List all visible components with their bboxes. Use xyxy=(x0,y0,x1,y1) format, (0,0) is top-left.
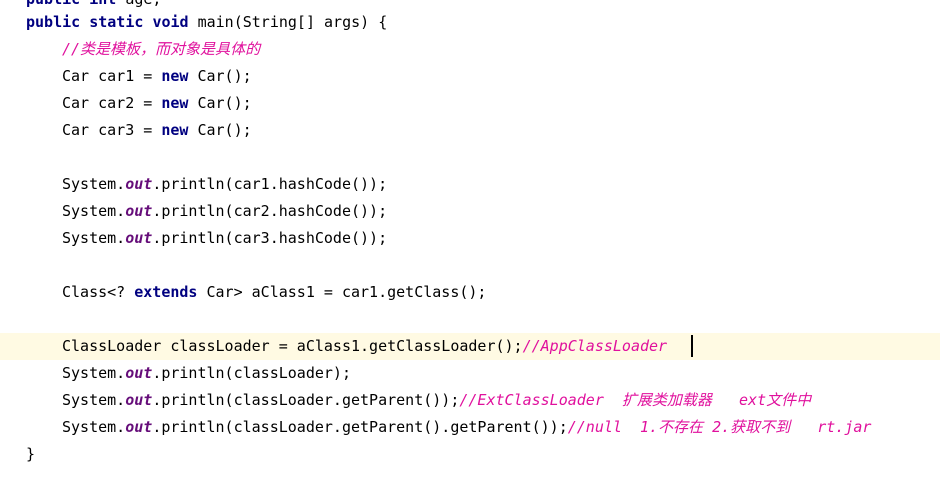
code-fragment: Car car1 = xyxy=(62,67,162,85)
code-text: Car car2 = new Car(); xyxy=(62,90,252,117)
code-comment: //类是模板，而对象是具体的 xyxy=(62,40,261,58)
code-line: Car car1 = new Car(); xyxy=(0,63,940,90)
code-fragment: Car car2 = xyxy=(62,94,162,112)
code-text: System.out.println(car2.hashCode()); xyxy=(62,198,387,225)
code-fragment: main(String[] args) { xyxy=(188,13,388,31)
keyword: new xyxy=(161,94,189,112)
code-fragment: System. xyxy=(62,364,126,382)
code-fragment: Car car3 = xyxy=(62,121,162,139)
code-text: public static void main(String[] args) { xyxy=(26,9,387,36)
static-field: out xyxy=(125,364,153,382)
code-text: ClassLoader classLoader = aClass1.getCla… xyxy=(62,333,667,360)
keyword: public xyxy=(26,0,80,8)
static-field: out xyxy=(125,229,153,247)
code-text: System.out.println(car3.hashCode()); xyxy=(62,225,387,252)
code-editor[interactable]: public int age; public static void main(… xyxy=(0,0,940,482)
code-fragment: .println(car2.hashCode()); xyxy=(152,202,388,220)
code-line: System.out.println(car2.hashCode()); xyxy=(0,198,940,225)
code-fragment: System. xyxy=(62,418,126,436)
keyword: new xyxy=(161,121,189,139)
code-line: System.out.println(classLoader.getParent… xyxy=(0,387,940,414)
keyword: int xyxy=(89,0,116,8)
text-caret xyxy=(691,335,693,357)
code-line: Car car2 = new Car(); xyxy=(0,90,940,117)
closing-brace: } xyxy=(26,445,36,463)
code-text: System.out.println(classLoader.getParent… xyxy=(62,387,811,414)
static-field: out xyxy=(125,175,153,193)
code-fragment: System. xyxy=(62,391,126,409)
code-text: Car car1 = new Car(); xyxy=(62,63,252,90)
current-line-highlight: ClassLoader classLoader = aClass1.getCla… xyxy=(0,333,940,360)
static-field: out xyxy=(125,202,153,220)
code-fragment: ClassLoader classLoader = aClass1.getCla… xyxy=(62,337,523,355)
code-text: System.out.println(car1.hashCode()); xyxy=(62,171,387,198)
code-fragment: .println(classLoader.getParent()); xyxy=(152,391,460,409)
static-field: out xyxy=(125,418,153,436)
code-fragment: Car> aClass1 = car1.getClass(); xyxy=(197,283,487,301)
code-comment: //null 1.不存在 2.获取不到 rt.jar xyxy=(567,418,872,436)
code-fragment: Class<? xyxy=(62,283,135,301)
code-fragment: System. xyxy=(62,202,126,220)
code-line: Class<? extends Car> aClass1 = car1.getC… xyxy=(0,279,940,306)
code-fragment: .println(classLoader); xyxy=(152,364,351,382)
code-text: System.out.println(classLoader.getParent… xyxy=(62,414,871,441)
code-line: } xyxy=(0,441,940,468)
code-fragment: .println(classLoader.getParent().getPare… xyxy=(152,418,568,436)
code-comment: //AppClassLoader xyxy=(522,337,668,355)
keyword: public xyxy=(26,13,81,31)
code-line: System.out.println(classLoader.getParent… xyxy=(0,414,940,441)
code-line: //类是模板，而对象是具体的 xyxy=(0,36,940,63)
code-comment: //ExtClassLoader 扩展类加载器 ext文件中 xyxy=(459,391,812,409)
code-text: Class<? extends Car> aClass1 = car1.getC… xyxy=(62,279,486,306)
code-fragment: Car(); xyxy=(188,121,252,139)
code-text: Car car3 = new Car(); xyxy=(62,117,252,144)
keyword: extends xyxy=(134,283,198,301)
code-line: System.out.println(car1.hashCode()); xyxy=(0,171,940,198)
code-line: Car car3 = new Car(); xyxy=(0,117,940,144)
code-fragment: .println(car3.hashCode()); xyxy=(152,229,388,247)
code-fragment: System. xyxy=(62,175,126,193)
code-line: System.out.println(car3.hashCode()); xyxy=(0,225,940,252)
keyword: new xyxy=(161,67,189,85)
code-line: System.out.println(classLoader); xyxy=(0,360,940,387)
keyword: void xyxy=(152,13,189,31)
code-fragment: Car(); xyxy=(188,67,252,85)
code-fragment: Car(); xyxy=(188,94,252,112)
keyword: static xyxy=(89,13,144,31)
code-text: System.out.println(classLoader); xyxy=(62,360,351,387)
static-field: out xyxy=(125,391,153,409)
code-fragment: age; xyxy=(116,0,161,8)
code-fragment: .println(car1.hashCode()); xyxy=(152,175,388,193)
code-line: public static void main(String[] args) { xyxy=(0,9,940,36)
code-fragment: System. xyxy=(62,229,126,247)
